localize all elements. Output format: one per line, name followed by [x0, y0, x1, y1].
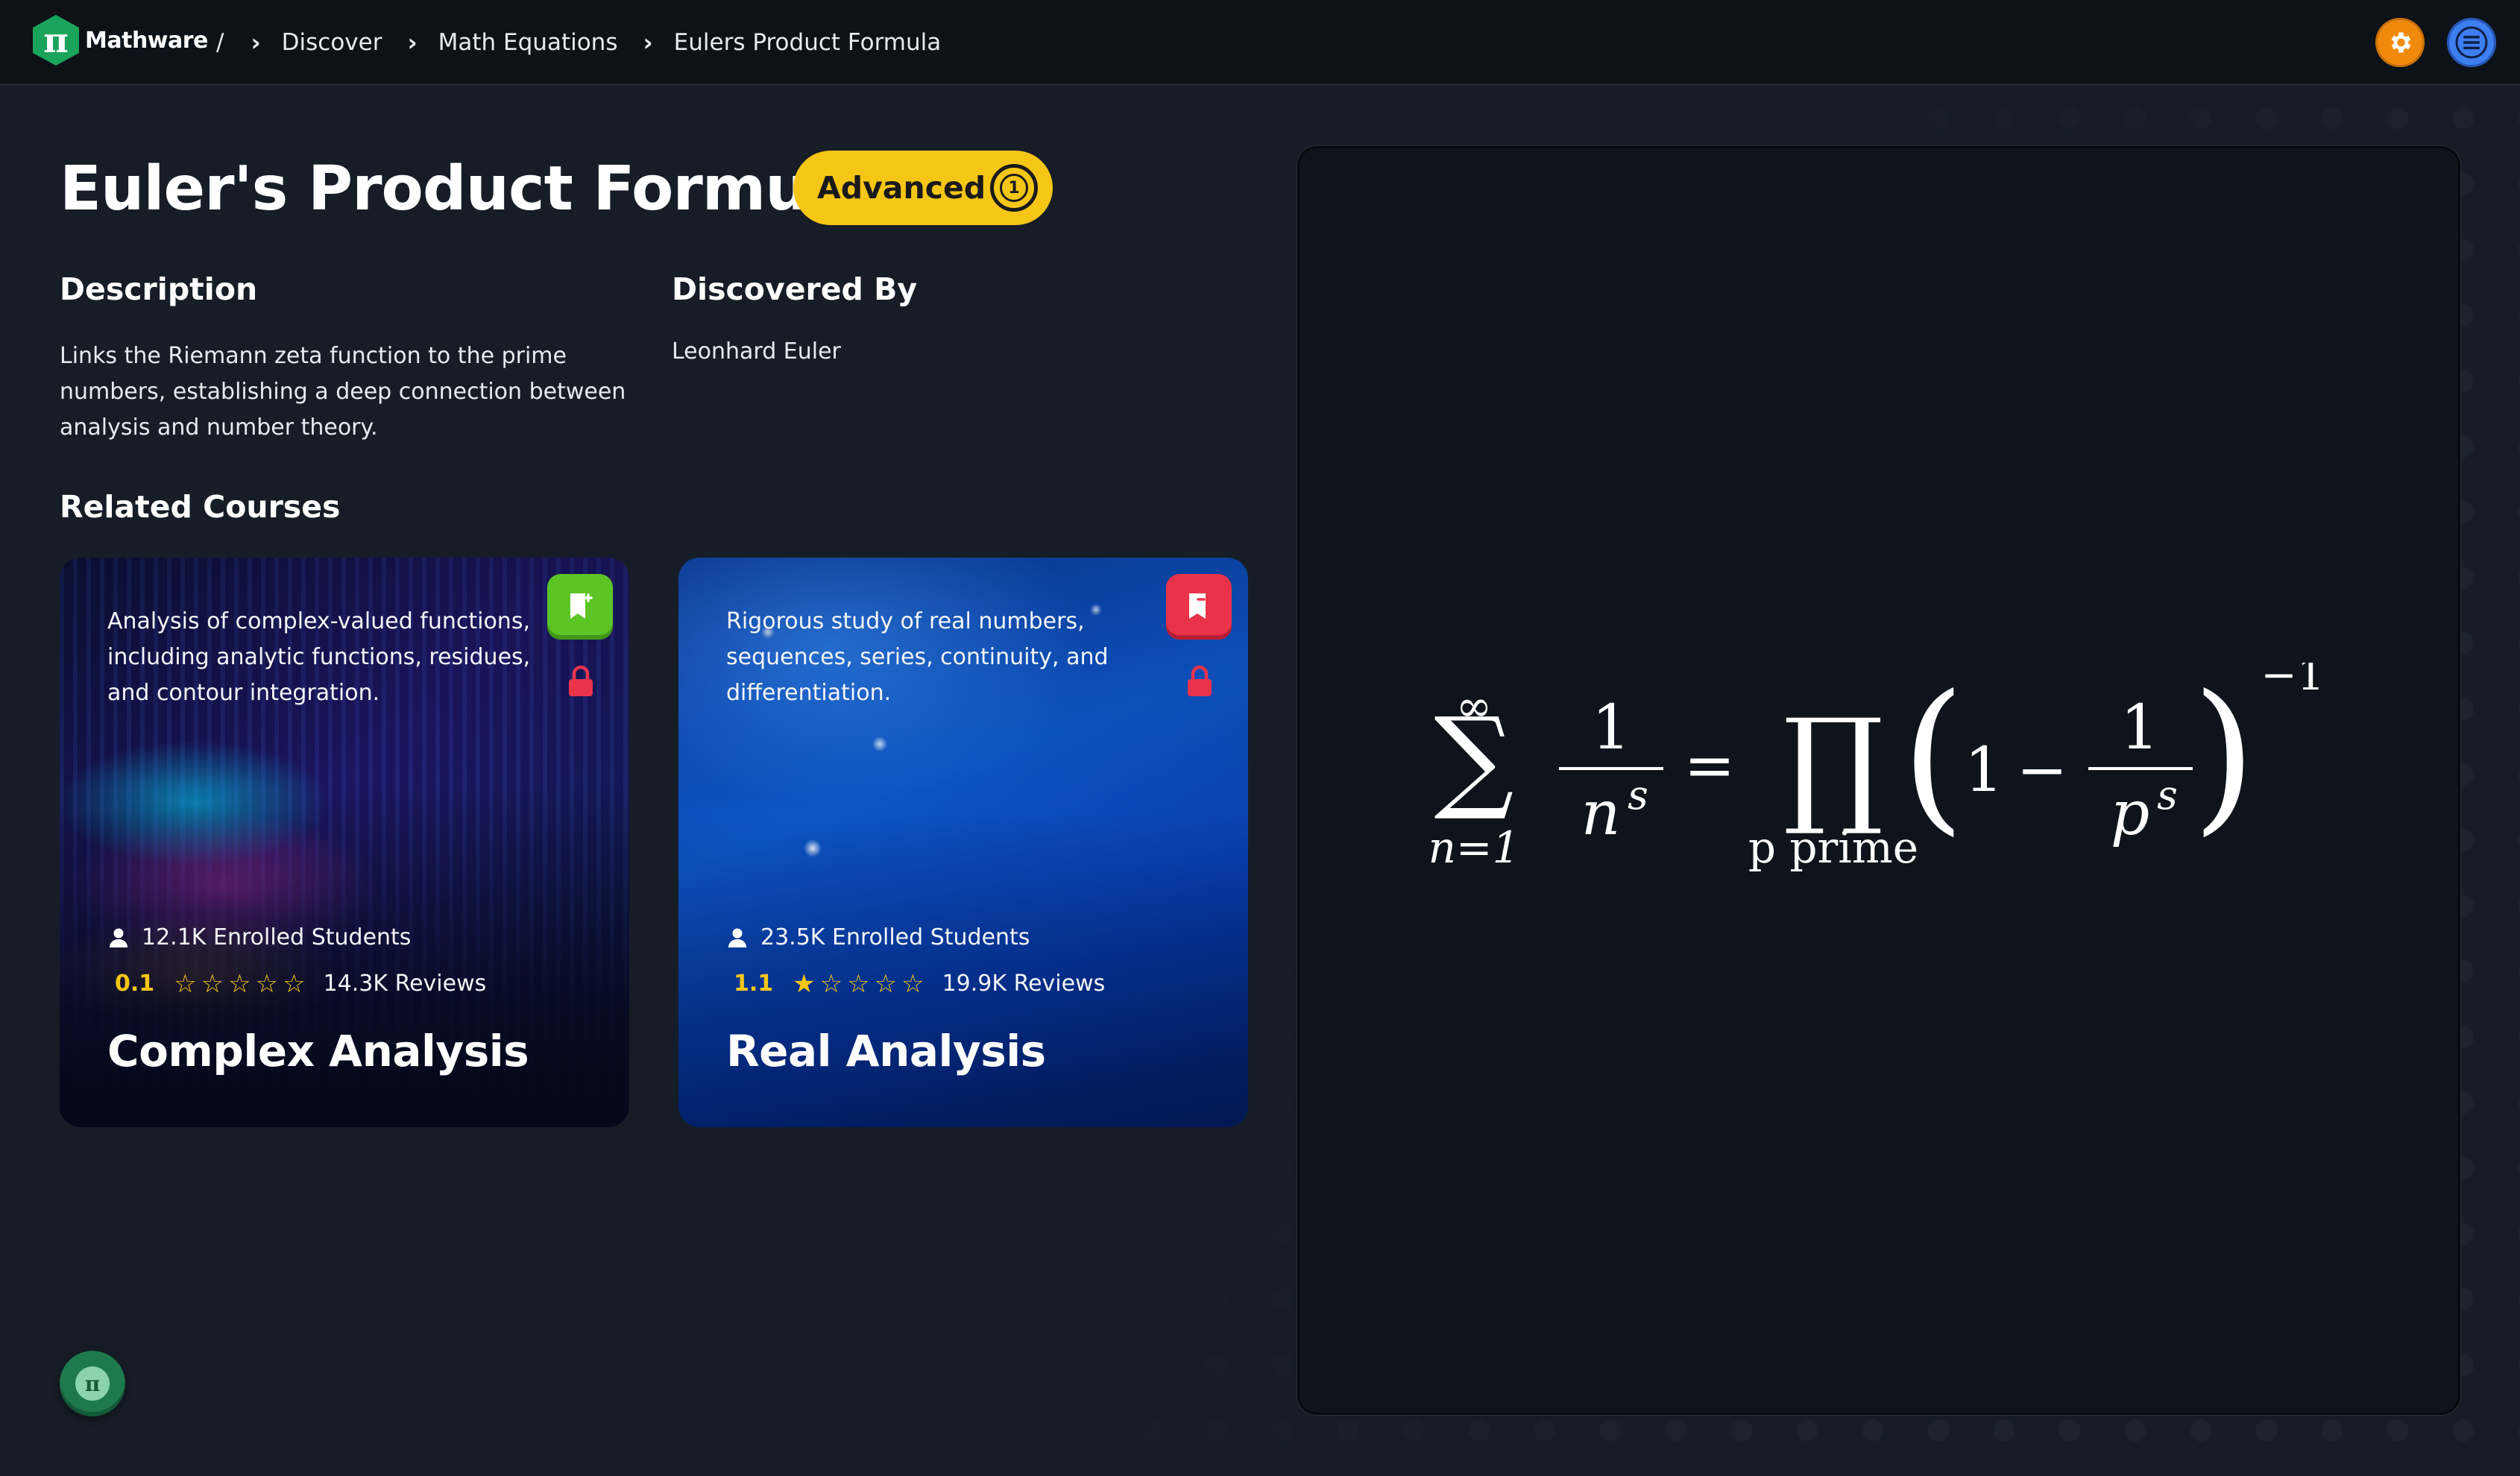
description-heading: Description	[60, 271, 258, 307]
breadcrumb-item-current: Eulers Product Formula	[673, 29, 942, 56]
top-navigation-bar: π Mathware / › Discover › Math Equations…	[0, 0, 2520, 85]
pi-assistant-button[interactable]: π	[60, 1351, 125, 1416]
gear-icon	[2391, 32, 2411, 53]
review-count: 19.9K Reviews	[942, 971, 1106, 997]
medal-icon: 1	[990, 164, 1038, 212]
breadcrumb: / › Discover › Math Equations › Eulers P…	[216, 0, 966, 85]
star-empty-icon: ☆	[201, 968, 224, 999]
discovered-by-value: Leonhard Euler	[672, 338, 841, 365]
discovered-by-heading: Discovered By	[672, 271, 918, 307]
course-card-complex-analysis[interactable]: Analysis of complex-valued functions, in…	[60, 558, 629, 1127]
star-rating: ☆ ☆ ☆ ☆ ☆	[174, 971, 309, 997]
lock-icon	[569, 665, 593, 696]
rhs-denominator-base: p	[2111, 778, 2150, 849]
summation-symbol: ∑	[1434, 694, 1513, 824]
chevron-right-icon: ›	[407, 28, 418, 57]
star-empty-icon: ☆	[174, 968, 197, 999]
course-rating: 0.1 ☆ ☆ ☆ ☆ ☆ 14.3K Reviews	[115, 971, 486, 997]
app-name: Mathware	[85, 27, 208, 54]
rhs-fraction-bar	[2088, 767, 2193, 770]
course-description: Rigorous study of real numbers, sequence…	[726, 608, 1109, 706]
breadcrumb-item-math-equations[interactable]: Math Equations	[438, 29, 618, 56]
product-symbol: ∏	[1783, 692, 1883, 839]
related-courses-heading: Related Courses	[60, 489, 341, 525]
hamburger-menu-icon	[2455, 26, 2488, 59]
product-lower-limit: p prime	[1748, 822, 1918, 873]
star-empty-icon: ☆	[228, 968, 251, 999]
star-empty-icon: ☆	[847, 968, 870, 999]
sum-lower-limit: n=1	[1428, 822, 1520, 873]
enrolled-students: 23.5K Enrolled Students	[728, 924, 1030, 950]
difficulty-badge: Advanced 1	[793, 151, 1053, 225]
review-count: 14.3K Reviews	[323, 971, 487, 997]
lhs-denominator-base: n	[1581, 778, 1621, 849]
rhs-denominator-exponent: s	[2157, 772, 2178, 819]
menu-button[interactable]	[2447, 18, 2496, 67]
course-card-real-analysis[interactable]: Rigorous study of real numbers, sequence…	[678, 558, 1248, 1127]
star-rating: ★ ☆ ☆ ☆ ☆	[793, 971, 928, 997]
pi-icon: π	[75, 1366, 110, 1401]
course-rating: 1.1 ★ ☆ ☆ ☆ ☆ 19.9K Reviews	[734, 971, 1105, 997]
lhs-fraction-bar	[1559, 767, 1663, 770]
lock-icon	[1188, 665, 1212, 696]
breadcrumb-item-discover[interactable]: Discover	[282, 29, 382, 56]
remove-bookmark-button[interactable]	[1166, 574, 1232, 640]
user-icon	[110, 928, 127, 947]
star-empty-icon: ☆	[901, 968, 924, 999]
lhs-numerator: 1	[1592, 693, 1631, 763]
lhs-denominator-exponent: s	[1628, 772, 1648, 819]
page-title: Euler's Product Formula	[60, 154, 869, 224]
outer-exponent: −1	[2261, 663, 2325, 700]
course-title: Real Analysis	[726, 1026, 1046, 1076]
rhs-one: 1	[1965, 735, 2003, 806]
star-filled-icon: ★	[793, 968, 816, 999]
course-description: Analysis of complex-valued functions, in…	[107, 608, 531, 706]
app-logo[interactable]: π Mathware	[33, 15, 208, 66]
rating-value: 1.1	[734, 971, 774, 997]
bookmark-add-icon	[570, 593, 593, 619]
rating-value: 0.1	[115, 971, 155, 997]
star-empty-icon: ☆	[255, 968, 279, 999]
star-empty-icon: ☆	[874, 968, 898, 999]
euler-product-formula: ∞ ∑ n=1 1 n s = ∏ p prime ( 1 − 1 p s ) …	[1428, 663, 2325, 873]
enrolled-count: 12.1K Enrolled Students	[142, 924, 412, 950]
user-icon	[728, 928, 746, 947]
formula-display-panel: ∞ ∑ n=1 1 n s = ∏ p prime ( 1 − 1 p s ) …	[1297, 146, 2460, 1415]
rhs-numerator: 1	[2120, 693, 2159, 763]
difficulty-label: Advanced	[817, 170, 986, 206]
breadcrumb-root-separator: /	[216, 29, 224, 56]
chevron-right-icon: ›	[251, 28, 261, 57]
star-empty-icon: ☆	[819, 968, 843, 999]
course-title: Complex Analysis	[107, 1026, 529, 1076]
settings-button[interactable]	[2375, 18, 2425, 67]
enrolled-students: 12.1K Enrolled Students	[109, 924, 411, 950]
bookmark-remove-icon	[1189, 593, 1206, 619]
equals-sign: =	[1684, 731, 1736, 801]
minus-sign: −	[2017, 735, 2068, 806]
medal-number: 1	[1000, 174, 1028, 202]
left-parenthesis: (	[1901, 663, 1965, 851]
star-empty-icon: ☆	[283, 968, 306, 999]
description-text: Links the Riemann zeta function to the p…	[60, 343, 626, 441]
enrolled-count: 23.5K Enrolled Students	[760, 924, 1030, 950]
pi-logo-icon: π	[33, 15, 79, 66]
add-bookmark-button[interactable]	[547, 574, 613, 640]
chevron-right-icon: ›	[643, 28, 653, 57]
right-parenthesis: )	[2192, 663, 2256, 851]
